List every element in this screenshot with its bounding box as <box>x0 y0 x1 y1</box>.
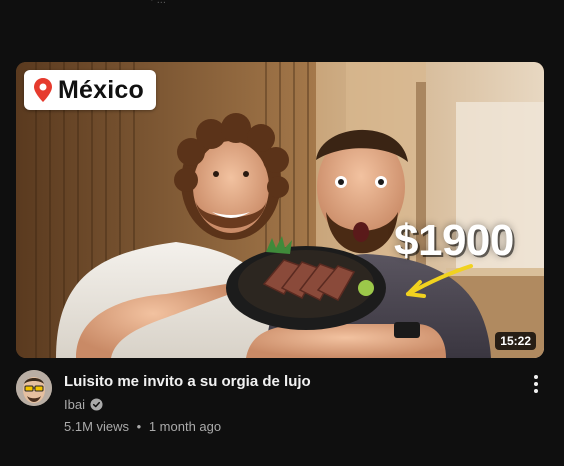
video-title[interactable]: Luisito me invito a su orgia de lujo <box>64 373 311 390</box>
channel-avatar[interactable] <box>16 370 52 406</box>
map-pin-icon <box>34 78 52 102</box>
more-dot <box>534 375 538 379</box>
location-text: México <box>58 75 144 104</box>
duration-badge: 15:22 <box>495 332 536 350</box>
more-vertical-icon[interactable] <box>524 372 548 396</box>
channel-name: Ibai <box>64 397 85 412</box>
more-dot <box>534 382 538 386</box>
stats-separator: • <box>136 419 142 434</box>
video-meta: Luisito me invito a su orgia de lujo Iba… <box>16 370 548 440</box>
upload-age: 1 month ago <box>148 419 222 434</box>
location-badge: México <box>24 70 156 110</box>
view-count: 5.1M views <box>64 419 130 434</box>
video-stats: 5.1M views • 1 month ago <box>64 419 221 434</box>
verified-check-icon <box>90 398 103 411</box>
previous-item-text: · ... <box>150 0 166 6</box>
more-dot <box>534 389 538 393</box>
price-overlay: $1900 <box>394 216 514 265</box>
video-thumbnail[interactable]: México $1900 15:22 <box>16 62 544 358</box>
avatar-image <box>16 370 52 406</box>
previous-item-fragment: · ... <box>0 0 564 8</box>
channel-name-row[interactable]: Ibai <box>64 397 103 412</box>
